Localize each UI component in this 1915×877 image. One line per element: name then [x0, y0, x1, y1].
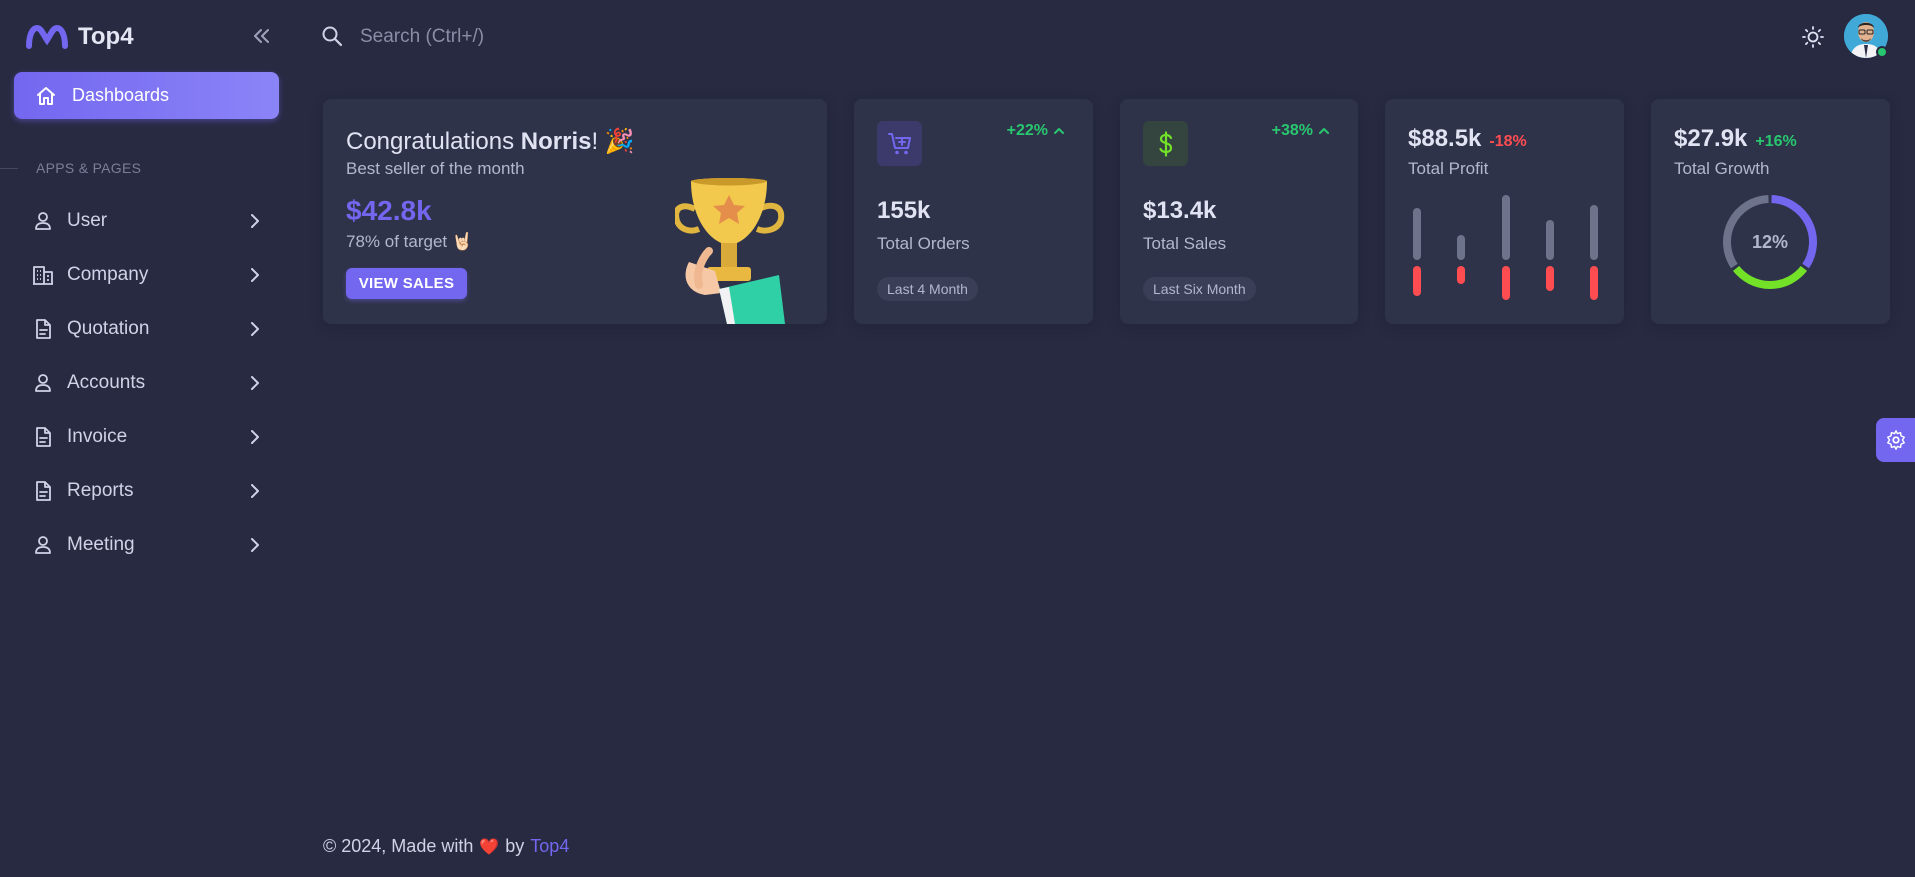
- sidebar-item-label: Accounts: [67, 372, 146, 393]
- sales-value: $13.4k: [1143, 197, 1217, 224]
- dollar-icon: [1143, 121, 1188, 166]
- period-chip: Last Six Month: [1143, 277, 1256, 301]
- trend-indicator: +22%: [1007, 122, 1066, 140]
- welcome-target: 78% of target 🤘🏻: [346, 232, 474, 251]
- gear-icon: [1886, 430, 1905, 450]
- donut-center-label: 12%: [1752, 232, 1788, 252]
- profit-bar-negative: [1413, 266, 1421, 296]
- customizer-settings-button[interactable]: [1876, 418, 1915, 462]
- trend-value: +22%: [1006, 122, 1048, 139]
- growth-value: $27.9k: [1674, 125, 1748, 152]
- footer-brand-link[interactable]: Top4: [530, 836, 569, 857]
- sidebar-item-user[interactable]: User: [30, 201, 265, 241]
- section-divider: [0, 168, 18, 169]
- welcome-title-name: Norris: [520, 128, 592, 155]
- footer-text: © 2024, Made with: [323, 836, 474, 856]
- profit-bar-negative: [1590, 266, 1598, 300]
- orders-label: Total Orders: [877, 234, 970, 253]
- footer: © 2024, Made with ❤️ by Top4: [323, 836, 569, 857]
- sidebar: Top4 Dashboards APPS & PAGES User Compan…: [0, 0, 295, 877]
- sidebar-item-invoice[interactable]: Invoice: [30, 417, 265, 457]
- trend-value: +38%: [1271, 122, 1313, 139]
- sidebar-item-meeting[interactable]: Meeting: [30, 525, 265, 565]
- chevron-up-icon: [1319, 128, 1329, 134]
- welcome-subtitle: Best seller of the month: [346, 159, 525, 178]
- sidebar-item-label: Dashboards: [72, 85, 170, 105]
- search-icon[interactable]: [320, 24, 344, 48]
- chevron-right-icon: [251, 376, 259, 390]
- profit-bar-positive: [1413, 208, 1421, 260]
- profit-bar-positive: [1546, 220, 1554, 260]
- section-title: APPS & PAGES: [36, 160, 142, 176]
- heart-icon: ❤️: [479, 838, 500, 856]
- growth-label: Total Growth: [1674, 159, 1770, 178]
- online-status-dot: [1876, 46, 1888, 58]
- donut-slice: [1732, 265, 1808, 289]
- sales-card: +38% $13.4k Total Sales Last Six Month: [1120, 99, 1358, 324]
- chevron-right-icon: [251, 322, 259, 336]
- sun-icon[interactable]: [1801, 25, 1825, 49]
- welcome-title-suffix: ! 🎉: [591, 128, 635, 155]
- sidebar-item-label: Reports: [67, 480, 134, 501]
- trophy-illustration: [675, 178, 785, 324]
- sidebar-item-label: User: [67, 210, 108, 231]
- growth-header: $27.9k +16%: [1674, 125, 1797, 153]
- cart-icon: [877, 121, 922, 166]
- user-icon: [30, 370, 56, 396]
- orders-value: 155k: [877, 197, 931, 224]
- chevron-right-icon: [251, 430, 259, 444]
- sidebar-item-reports[interactable]: Reports: [30, 471, 265, 511]
- sidebar-item-accounts[interactable]: Accounts: [30, 363, 265, 403]
- profit-bar-negative: [1502, 266, 1510, 300]
- profit-bar-negative: [1457, 266, 1465, 284]
- sidebar-item-label: Meeting: [67, 534, 135, 555]
- user-icon: [30, 208, 56, 234]
- brand-logo-icon: [26, 24, 68, 49]
- trend-indicator: +38%: [1272, 122, 1331, 140]
- profit-bar-positive: [1590, 205, 1598, 260]
- profit-bar-negative: [1546, 266, 1554, 291]
- home-icon: [37, 86, 55, 105]
- sidebar-item-dashboards[interactable]: Dashboards: [14, 72, 279, 119]
- sidebar-item-quotation[interactable]: Quotation: [30, 309, 265, 349]
- collapse-sidebar-icon[interactable]: [250, 24, 274, 48]
- user-icon: [30, 532, 56, 558]
- sidebar-item-label: Quotation: [67, 318, 150, 339]
- chevron-right-icon: [251, 268, 259, 282]
- chevron-right-icon: [251, 538, 259, 552]
- brand[interactable]: Top4: [26, 22, 134, 52]
- chevron-right-icon: [251, 484, 259, 498]
- welcome-title: Congratulations Norris! 🎉: [346, 127, 635, 156]
- chevron-up-icon: [1054, 128, 1064, 134]
- growth-card: $27.9k +16% Total Growth 12%: [1651, 99, 1890, 324]
- building-icon: [30, 262, 56, 288]
- document-icon: [30, 424, 56, 450]
- profit-bar-positive: [1457, 235, 1465, 260]
- brand-name: Top4: [78, 23, 134, 50]
- view-sales-button[interactable]: VIEW SALES: [346, 268, 467, 299]
- orders-card: +22% 155k Total Orders Last 4 Month: [854, 99, 1093, 324]
- growth-donut-chart: 12%: [1723, 195, 1817, 289]
- welcome-card: Congratulations Norris! 🎉 Best seller of…: [323, 99, 827, 324]
- chevron-right-icon: [251, 214, 259, 228]
- document-icon: [30, 316, 56, 342]
- profit-bar-chart: [1413, 195, 1598, 300]
- search-input[interactable]: [360, 22, 760, 52]
- welcome-amount: $42.8k: [346, 195, 432, 226]
- profit-bar-positive: [1502, 195, 1510, 260]
- document-icon: [30, 478, 56, 504]
- footer-by: by: [505, 836, 525, 856]
- sidebar-item-label: Invoice: [67, 426, 128, 447]
- profit-card: $88.5k -18% Total Profit: [1385, 99, 1624, 324]
- sales-label: Total Sales: [1143, 234, 1227, 253]
- growth-trend: +16%: [1755, 133, 1797, 150]
- sidebar-item-label: Company: [67, 264, 149, 285]
- welcome-title-prefix: Congratulations: [346, 128, 521, 155]
- sidebar-item-company[interactable]: Company: [30, 255, 265, 295]
- period-chip: Last 4 Month: [877, 277, 978, 301]
